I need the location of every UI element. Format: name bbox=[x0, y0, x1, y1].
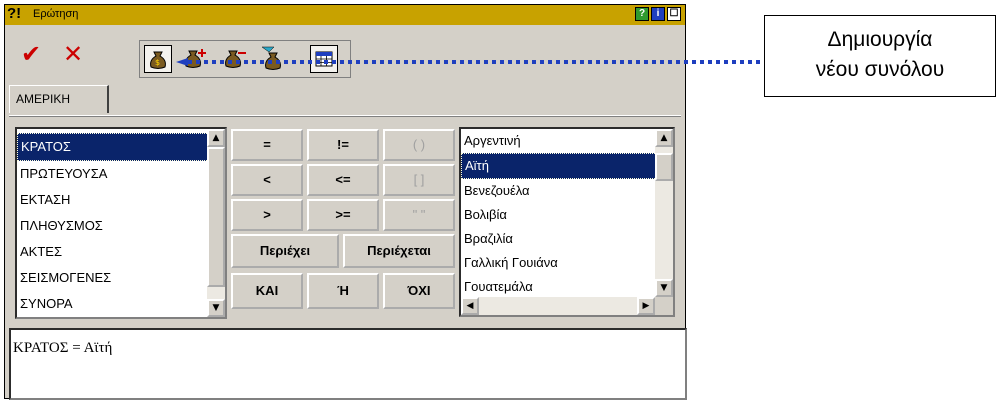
less-equal-button[interactable]: <= bbox=[307, 164, 379, 196]
parentheses-button[interactable]: ( ) bbox=[383, 129, 455, 161]
fields-list-item[interactable]: ΣΕΙΣΜΟΓΕΝΕΣ bbox=[17, 265, 225, 291]
values-list-item[interactable]: Γουατεμάλα bbox=[461, 275, 673, 299]
or-button[interactable]: Ή bbox=[307, 273, 379, 309]
values-hscrollbar[interactable]: ◀ ▶ bbox=[461, 297, 655, 315]
greater-than-button[interactable]: > bbox=[231, 199, 303, 231]
values-list-item[interactable]: Βραζιλία bbox=[461, 227, 673, 251]
scroll-left-arrow-icon[interactable]: ◀ bbox=[461, 297, 479, 315]
values-list-item[interactable]: Αργεντινή bbox=[461, 129, 673, 153]
brackets-button[interactable]: [ ] bbox=[383, 164, 455, 196]
values-vscrollbar[interactable]: ▲ ▼ bbox=[655, 129, 673, 297]
fields-scrollbar[interactable]: ▲ ▼ bbox=[207, 129, 225, 317]
callout-arrow-icon bbox=[176, 58, 764, 66]
values-list-item[interactable]: Βενεζουέλα bbox=[461, 179, 673, 203]
values-list-item[interactable]: Γαλλική Γουιάνα bbox=[461, 251, 673, 275]
and-button[interactable]: ΚΑΙ bbox=[231, 273, 303, 309]
quotes-button[interactable]: " " bbox=[383, 199, 455, 231]
fields-list-item[interactable]: ΠΡΩΤΕΥΟΥΣΑ bbox=[17, 161, 225, 187]
values-scroll-up-arrow-icon[interactable]: ▲ bbox=[655, 129, 673, 147]
equals-button[interactable]: = bbox=[231, 129, 303, 161]
values-scroll-down-arrow-icon[interactable]: ▼ bbox=[655, 279, 673, 297]
fields-list-item[interactable]: ΕΚΤΑΣΗ bbox=[17, 187, 225, 213]
fields-scroll-thumb[interactable] bbox=[207, 147, 225, 287]
fields-list-item[interactable]: ΠΛΗΘΥΣΜΟΣ bbox=[17, 213, 225, 239]
title-bar[interactable]: ?! Ερώτηση ? i ☐ bbox=[5, 5, 685, 25]
tab-divider bbox=[9, 115, 681, 117]
query-expression[interactable]: ΚΡΑΤΟΣ = Αϊτή bbox=[9, 328, 687, 400]
cancel-button[interactable]: ✕ bbox=[59, 40, 87, 68]
less-than-button[interactable]: < bbox=[231, 164, 303, 196]
info-button[interactable]: i bbox=[651, 7, 665, 21]
fields-list-item[interactable]: ΣΥΝΟΡΑ bbox=[17, 291, 225, 317]
help-button[interactable]: ? bbox=[635, 7, 649, 21]
svg-text:$: $ bbox=[155, 58, 160, 67]
values-scroll-thumb[interactable] bbox=[655, 153, 673, 181]
values-list-item[interactable]: Βολιβία bbox=[461, 203, 673, 227]
values-list[interactable]: Αργεντινή Αϊτή Βενεζουέλα Βολιβία Βραζιλία Γα… bbox=[459, 127, 675, 317]
query-app-icon: ?! bbox=[7, 5, 22, 22]
callout-line-2: νέου συνόλου bbox=[815, 58, 945, 81]
moneybag-icon[interactable]: $ bbox=[144, 45, 172, 73]
window-title: Ερώτηση bbox=[33, 8, 79, 20]
greater-equal-button[interactable]: >= bbox=[307, 199, 379, 231]
tab-america[interactable]: ΑΜΕΡΙΚΗ bbox=[9, 85, 109, 113]
contains-button[interactable]: Περιέχει bbox=[231, 234, 339, 268]
not-equals-button[interactable]: != bbox=[307, 129, 379, 161]
scroll-corner bbox=[655, 297, 673, 315]
scroll-right-arrow-icon[interactable]: ▶ bbox=[637, 297, 655, 315]
fields-list[interactable]: ΚΡΑΤΟΣ ΠΡΩΤΕΥΟΥΣΑ ΕΚΤΑΣΗ ΠΛΗΘΥΣΜΟΣ ΑΚΤΕΣ ΣΕΙΣ… bbox=[15, 127, 227, 319]
fields-list-item[interactable]: ΑΚΤΕΣ bbox=[17, 239, 225, 265]
ok-button[interactable]: ✔ bbox=[17, 40, 45, 68]
maximize-button[interactable]: ☐ bbox=[667, 7, 681, 21]
scroll-up-arrow-icon[interactable]: ▲ bbox=[207, 129, 225, 147]
values-list-item[interactable]: Αϊτή bbox=[461, 153, 673, 179]
not-button[interactable]: ΌΧΙ bbox=[383, 273, 455, 309]
scroll-down-arrow-icon[interactable]: ▼ bbox=[207, 299, 225, 317]
contained-button[interactable]: Περιέχεται bbox=[343, 234, 455, 268]
callout-line-1: Δημιουργία bbox=[827, 28, 933, 51]
annotation-callout: Δημιουργία νέου συνόλου bbox=[764, 15, 996, 97]
fields-list-item[interactable]: ΚΡΑΤΟΣ bbox=[17, 133, 225, 161]
